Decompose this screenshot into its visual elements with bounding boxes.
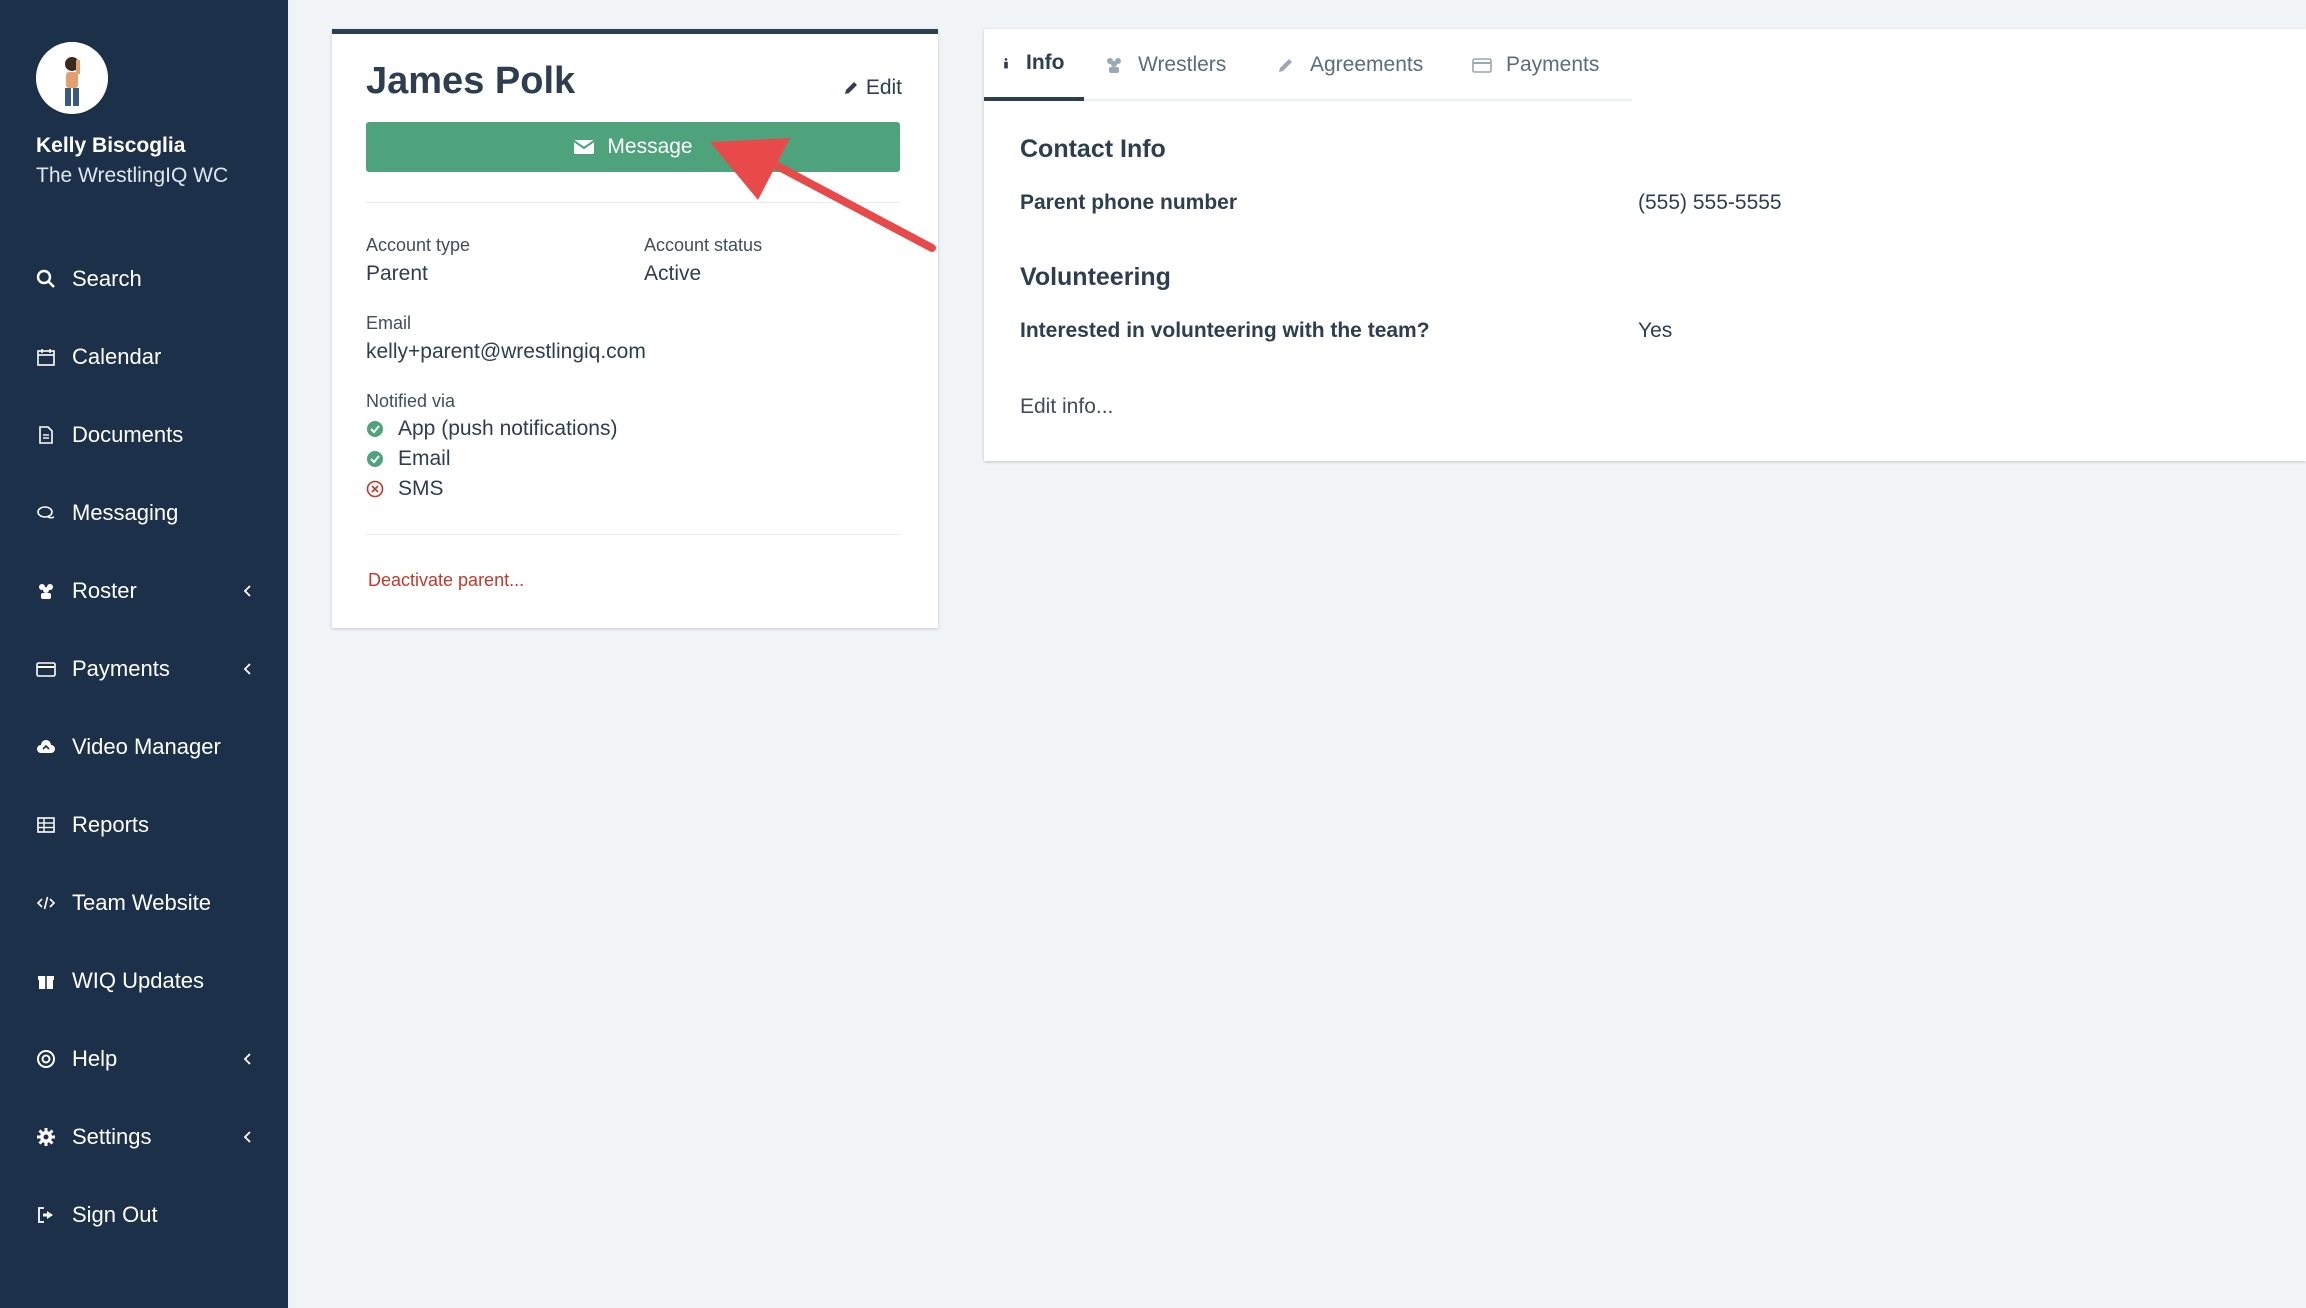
tab-agreements[interactable]: Agreements — [1276, 29, 1423, 101]
sidebar-item-documents[interactable]: Documents — [0, 405, 288, 465]
info-icon — [1004, 58, 1008, 69]
sidebar-item-team-website[interactable]: Team Website — [0, 873, 288, 933]
tab-payments[interactable]: Payments — [1472, 29, 1599, 101]
sidebar-item-label: Payments — [72, 656, 170, 681]
envelope-icon — [573, 140, 595, 154]
sidebar-item-video-manager[interactable]: Video Manager — [0, 717, 288, 777]
edit-info-link[interactable]: Edit info... — [1020, 395, 1113, 419]
chevron-left-icon — [243, 585, 251, 597]
chevron-left-icon — [243, 1053, 251, 1065]
sidebar-item-label: WIQ Updates — [72, 968, 205, 993]
volunteer-value: Yes — [1638, 319, 1673, 342]
document-icon — [34, 423, 58, 447]
pencil-icon — [1279, 59, 1292, 72]
sidebar-item-label: Search — [72, 266, 142, 291]
volunteer-label: Interested in volunteering with the team… — [1020, 319, 1430, 342]
sign-out-icon — [34, 1203, 58, 1227]
profile-card: James Polk Edit Message Account type Par… — [332, 29, 938, 628]
search-icon — [34, 267, 58, 291]
sidebar-item-label: Documents — [72, 422, 184, 447]
account-type-value: Parent — [366, 262, 428, 285]
sidebar-item-label: Roster — [72, 578, 137, 603]
tab-wrestlers[interactable]: Wrestlers — [1104, 29, 1226, 101]
team-name: The WrestlingIQ WC — [36, 164, 229, 187]
account-status-value: Active — [644, 262, 702, 285]
table-icon — [34, 813, 58, 837]
cloud-upload-icon — [34, 735, 58, 759]
divider — [366, 534, 900, 535]
email-label: Email — [366, 313, 412, 333]
users-icon — [34, 579, 58, 603]
account-type-label: Account type — [366, 235, 471, 255]
sidebar-item-payments[interactable]: Payments — [0, 639, 288, 699]
email-value: kelly+parent@wrestlingiq.com — [366, 340, 646, 363]
chevron-left-icon — [243, 663, 251, 675]
deactivate-parent-link[interactable]: Deactivate parent... — [368, 570, 524, 591]
contact-info-heading: Contact Info — [1020, 135, 1166, 163]
tab-bar: Info Wrestlers Agreements Payments — [984, 29, 1632, 101]
sidebar-item-label: Sign Out — [72, 1202, 158, 1227]
sidebar-item-label: Reports — [72, 812, 150, 837]
gear-icon — [34, 1125, 58, 1149]
x-circle-icon — [366, 480, 384, 498]
sidebar-item-label: Calendar — [72, 344, 162, 369]
chat-icon — [34, 501, 58, 525]
annotation-arrow — [710, 138, 936, 252]
sidebar-item-roster[interactable]: Roster — [0, 561, 288, 621]
info-card: Info Wrestlers Agreements Payments Conta… — [984, 29, 2306, 461]
gift-icon — [34, 969, 58, 993]
chevron-left-icon — [243, 1131, 251, 1143]
notification-sms: SMS — [366, 477, 444, 501]
notification-app: App (push notifications) — [366, 417, 617, 441]
sidebar-item-search[interactable]: Search — [0, 249, 288, 309]
message-label: Message — [607, 135, 693, 158]
sidebar-item-label: Messaging — [72, 500, 179, 525]
avatar[interactable] — [36, 42, 108, 114]
credit-card-icon — [34, 657, 58, 681]
edit-label: Edit — [865, 76, 902, 99]
sidebar-item-label: Video Manager — [72, 734, 221, 759]
phone-value: (555) 555-5555 — [1638, 191, 1782, 214]
sidebar-item-label: Help — [72, 1046, 118, 1071]
tab-info[interactable]: Info — [984, 29, 1084, 101]
code-icon — [34, 891, 58, 915]
calendar-icon — [34, 345, 58, 369]
sidebar-item-label: Settings — [72, 1124, 152, 1149]
pencil-icon — [844, 82, 857, 94]
phone-label: Parent phone number — [1020, 191, 1238, 214]
sidebar-item-messaging[interactable]: Messaging — [0, 483, 288, 543]
sidebar-item-wiq-updates[interactable]: WIQ Updates — [0, 951, 288, 1011]
page-title: James Polk — [366, 60, 576, 102]
lifebuoy-icon — [34, 1047, 58, 1071]
sidebar-item-sign-out[interactable]: Sign Out — [0, 1185, 288, 1245]
sidebar-item-help[interactable]: Help — [0, 1029, 288, 1089]
credit-card-icon — [1472, 58, 1492, 73]
sidebar-item-calendar[interactable]: Calendar — [0, 327, 288, 387]
user-name: Kelly Biscoglia — [36, 134, 186, 157]
users-icon — [1107, 58, 1121, 73]
sidebar-item-label: Team Website — [72, 890, 211, 915]
sidebar-item-settings[interactable]: Settings — [0, 1107, 288, 1167]
edit-button[interactable]: Edit — [842, 76, 902, 100]
notified-via-label: Notified via — [366, 391, 456, 411]
volunteering-heading: Volunteering — [1020, 263, 1171, 291]
notification-email: Email — [366, 447, 451, 471]
check-circle-icon — [367, 451, 383, 467]
check-circle-icon — [367, 421, 383, 437]
sidebar-item-reports[interactable]: Reports — [0, 795, 288, 855]
sidebar: Kelly Biscoglia The WrestlingIQ WC Searc… — [0, 0, 288, 1308]
